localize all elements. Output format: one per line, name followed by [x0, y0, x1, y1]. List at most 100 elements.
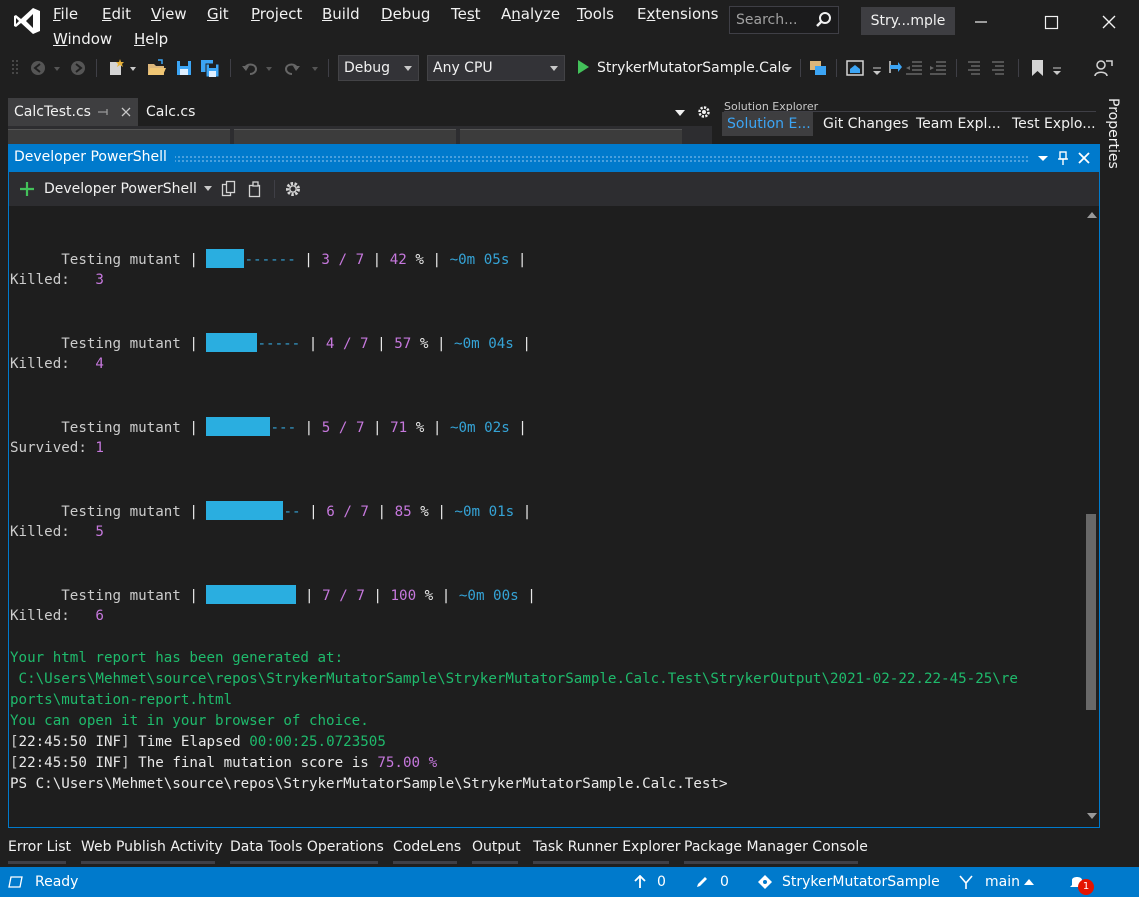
shell-prompt[interactable]: PS C:\Users\Mehmet\source\repos\StrykerM… [10, 774, 728, 795]
live-share-icon[interactable] [1092, 57, 1114, 79]
save-icon[interactable] [174, 57, 194, 79]
menu-git[interactable]: Git [207, 4, 229, 24]
uncomment-lines-icon[interactable] [988, 57, 1008, 79]
decrease-indent-icon[interactable] [904, 57, 924, 79]
tab-team-explorer[interactable]: Team Expl... [916, 112, 1001, 136]
chevron-down-icon [550, 66, 558, 71]
open-file-icon[interactable] [146, 57, 166, 79]
menu-analyze[interactable]: Analyze [501, 4, 560, 24]
tab-web-publish-activity[interactable]: Web Publish Activity [81, 836, 223, 864]
developer-powershell-window: Developer PowerShell Developer PowerShel… [8, 144, 1100, 828]
undo-dropdown-icon[interactable] [264, 57, 274, 79]
copy-icon[interactable] [221, 180, 237, 198]
terminal-output[interactable]: Testing mutant | ------ | 3 / 7 | 42 % |… [9, 206, 1081, 827]
comment-lines-icon[interactable] [964, 57, 984, 79]
menu-build[interactable]: Build [322, 4, 360, 24]
tab-list-dropdown-icon[interactable] [674, 108, 686, 118]
increase-indent-icon[interactable] [928, 57, 948, 79]
menu-help[interactable]: Help [134, 29, 168, 49]
type-dropdown[interactable] [234, 129, 456, 144]
navigate-back-icon[interactable] [28, 57, 48, 79]
tab-task-runner-explorer[interactable]: Task Runner Explorer [533, 836, 681, 864]
tab-git-changes[interactable]: Git Changes [823, 112, 909, 136]
back-dropdown-icon[interactable] [52, 57, 62, 79]
tab-codelens[interactable]: CodeLens [393, 836, 461, 864]
menu-file[interactable]: File [53, 4, 78, 24]
minimize-icon[interactable] [958, 0, 1004, 44]
chevron-down-icon [404, 66, 412, 71]
terminal-settings-gear-icon[interactable] [284, 180, 302, 198]
new-terminal-button[interactable]: Developer PowerShell [19, 178, 212, 200]
tab-output[interactable]: Output [472, 836, 521, 864]
tab-calc-cs[interactable]: Calc.cs [140, 98, 230, 126]
new-item-dropdown-icon[interactable] [128, 57, 138, 79]
tab-data-tools-operations[interactable]: Data Tools Operations [230, 836, 384, 864]
new-item-icon[interactable] [106, 57, 126, 79]
git-repo-icon [758, 875, 772, 889]
undo-icon[interactable] [240, 57, 260, 79]
window-position-dropdown-icon[interactable] [1035, 150, 1051, 166]
scroll-thumb[interactable] [1086, 514, 1096, 710]
member-dropdown[interactable] [460, 129, 682, 144]
menu-edit[interactable]: Edit [102, 4, 131, 24]
toolbar-grip-icon[interactable] [10, 57, 20, 79]
close-tool-window-icon[interactable] [1076, 150, 1092, 166]
bookmark-icon[interactable] [1028, 57, 1048, 79]
project-dropdown[interactable] [8, 129, 230, 144]
scroll-down-icon[interactable] [1087, 813, 1097, 819]
report-path-line-continued[interactable]: ports\mutation-report.html [10, 690, 232, 711]
toolbar-separator [96, 59, 97, 77]
close-window-icon[interactable] [1086, 0, 1132, 44]
redo-dropdown-icon[interactable] [310, 57, 320, 79]
solution-name-badge[interactable]: Stry...mple [861, 7, 955, 35]
menu-window[interactable]: Window [53, 29, 112, 49]
configuration-select[interactable]: Debug [338, 55, 419, 81]
start-dropdown-icon[interactable] [782, 57, 794, 79]
auto-hide-pin-icon[interactable] [1055, 150, 1071, 166]
terminal-scrollbar[interactable] [1083, 206, 1099, 827]
tab-label: Calc.cs [146, 104, 196, 120]
tool-window-header[interactable]: Developer PowerShell [9, 145, 1099, 172]
solution-explorer-title-strip: Solution Explorer [724, 100, 1096, 112]
menu-test[interactable]: Test [451, 4, 481, 24]
tab-error-list[interactable]: Error List [8, 836, 71, 864]
browser-link-icon[interactable] [808, 57, 828, 79]
search-box[interactable] [729, 6, 839, 34]
menu-view[interactable]: View [151, 4, 187, 24]
properties-side-tab[interactable]: Properties [1103, 98, 1131, 169]
tab-solution-explorer[interactable]: Solution E... [722, 112, 813, 136]
close-tab-icon[interactable] [120, 106, 132, 118]
properties-label: Properties [1105, 98, 1121, 169]
search-input[interactable] [736, 10, 814, 30]
navigate-forward-icon[interactable] [68, 57, 88, 79]
menu-extensions[interactable]: Extensions [637, 4, 718, 24]
pin-tab-icon[interactable] [98, 106, 110, 118]
menu-tools[interactable]: Tools [577, 4, 614, 24]
menu-debug[interactable]: Debug [381, 4, 430, 24]
visual-studio-logo-icon[interactable] [12, 6, 42, 36]
tab-underline [230, 861, 378, 864]
tab-label: Data Tools Operations [230, 839, 384, 855]
redo-icon[interactable] [282, 57, 302, 79]
save-all-icon[interactable] [200, 57, 220, 79]
bookmark-options-icon[interactable] [1050, 57, 1064, 79]
maximize-icon[interactable] [1028, 0, 1074, 44]
tab-test-explorer[interactable]: Test Explo... [1012, 112, 1096, 136]
notification-count-badge[interactable]: 1 [1078, 879, 1094, 895]
home-web-icon[interactable] [845, 57, 865, 79]
start-debugging-button[interactable]: StrykerMutatorSample.Calc [574, 55, 789, 81]
tab-calctest-cs[interactable]: CalcTest.cs [8, 98, 138, 126]
report-path-line[interactable]: C:\Users\Mehmet\source\repos\StrykerMuta… [10, 669, 1018, 690]
tab-label: Test Explo... [1012, 116, 1096, 132]
platform-select[interactable]: Any CPU [427, 55, 565, 81]
tab-settings-gear-icon[interactable] [696, 104, 712, 120]
paste-icon[interactable] [247, 180, 265, 198]
search-icon[interactable] [814, 10, 834, 30]
scroll-up-icon[interactable] [1087, 212, 1097, 218]
toolbar-options-icon[interactable] [870, 57, 884, 79]
output-window-icon[interactable] [8, 875, 24, 889]
menu-project[interactable]: Project [251, 4, 302, 24]
tab-package-manager-console[interactable]: Package Manager Console [684, 836, 868, 864]
progress-line: Testing mutant | ----- | 4 / 7 | 57 % | … [10, 312, 531, 352]
step-into-icon[interactable] [886, 57, 906, 79]
